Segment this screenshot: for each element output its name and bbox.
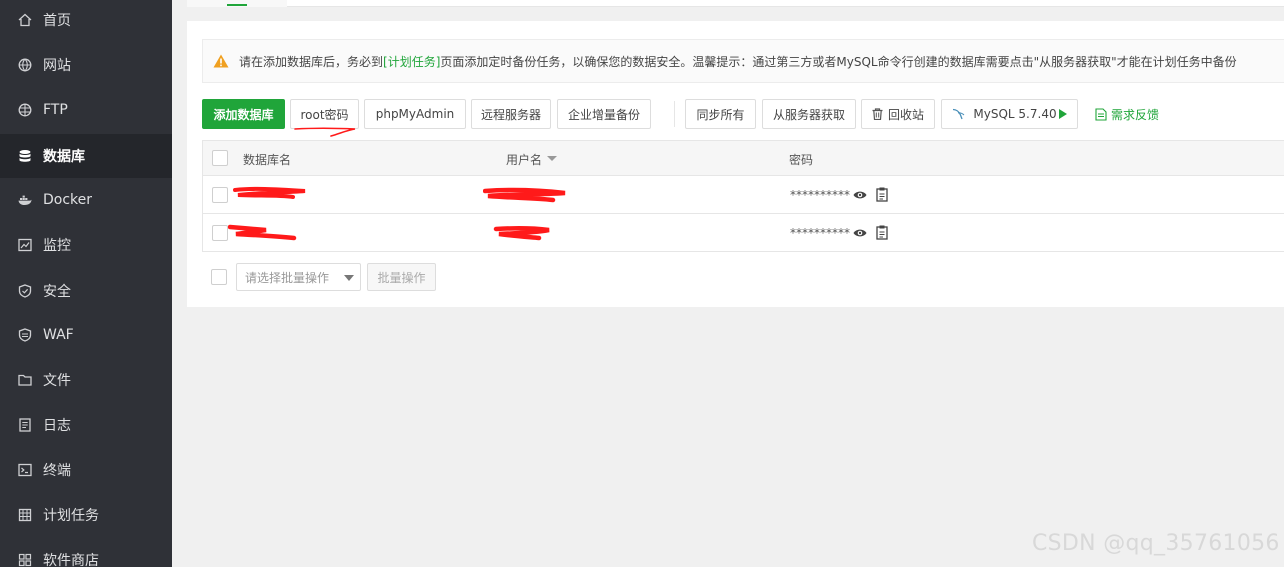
home-icon — [18, 13, 32, 27]
schedule-grid-icon — [18, 508, 32, 522]
sidebar-item-terminal[interactable]: 终端 — [0, 448, 172, 492]
sidebar-item-label: 安全 — [43, 284, 71, 300]
warning-icon — [213, 54, 229, 68]
play-triangle-icon — [1058, 109, 1067, 119]
sidebar-item-label: Docker — [43, 192, 93, 208]
password-masked: ********** — [790, 188, 850, 202]
notice-text-before: 请在添加数据库后，务必到 — [239, 54, 384, 69]
column-username[interactable]: 用户名 — [506, 151, 542, 168]
sidebar-item-label: 日志 — [43, 418, 71, 434]
database-panel: 请在添加数据库后，务必到 [计划任务] 页面添加定时备份任务，以确保您的数据安全。温… — [187, 21, 1284, 307]
warning-notice: 请在添加数据库后，务必到 [计划任务] 页面添加定时备份任务，以确保您的数据安全。温… — [202, 39, 1284, 83]
sidebar-item-label: 文件 — [43, 373, 71, 389]
toolbar-divider — [674, 101, 675, 127]
sidebar-item-cron[interactable]: 计划任务 — [0, 493, 172, 537]
sidebar-item-label: 首页 — [43, 13, 71, 29]
store-grid-icon — [18, 553, 32, 567]
cron-task-link[interactable]: [计划任务] — [383, 53, 440, 70]
root-password-button[interactable]: root密码 — [290, 99, 359, 129]
enterprise-backup-button[interactable]: 企业增量备份 — [557, 99, 651, 129]
batch-select-placeholder: 请选择批量操作 — [245, 270, 330, 285]
password-masked: ********** — [790, 226, 850, 240]
redacted-username — [493, 226, 550, 241]
monitor-chart-icon — [18, 238, 32, 252]
sidebar-item-store[interactable]: 软件商店 — [0, 538, 172, 567]
active-tab-indicator — [227, 4, 247, 6]
sidebar: 首页 网站 FTP 数据库 Docker 监控 安全 WAF 文件 日志 终端 — [0, 0, 172, 567]
log-file-icon — [18, 418, 32, 432]
recycle-bin-button[interactable]: 回收站 — [861, 99, 935, 129]
folder-icon — [18, 373, 32, 387]
row-checkbox[interactable] — [212, 225, 228, 241]
sidebar-item-waf[interactable]: WAF — [0, 313, 172, 357]
chevron-down-icon — [344, 275, 354, 281]
feedback-link[interactable]: 需求反馈 — [1095, 99, 1159, 129]
batch-select-checkbox[interactable] — [211, 269, 227, 285]
batch-operations: 请选择批量操作 批量操作 — [211, 263, 811, 291]
column-database-name[interactable]: 数据库名 — [243, 151, 291, 168]
recycle-bin-label: 回收站 — [887, 107, 924, 122]
sidebar-item-home[interactable]: 首页 — [0, 0, 172, 42]
red-underline-annotation — [294, 127, 356, 137]
sidebar-item-label: 网站 — [43, 58, 71, 74]
row-checkbox[interactable] — [212, 187, 228, 203]
table-row: ********** — [203, 214, 1284, 252]
shield-check-icon — [18, 284, 32, 298]
select-all-checkbox[interactable] — [212, 150, 228, 166]
sidebar-item-label: FTP — [43, 102, 68, 118]
sidebar-item-ftp[interactable]: FTP — [0, 88, 172, 132]
sidebar-item-label: 监控 — [43, 238, 71, 254]
trash-icon — [872, 108, 883, 120]
docker-icon — [18, 193, 32, 207]
sidebar-item-label: 终端 — [43, 463, 71, 479]
fetch-from-server-button[interactable]: 从服务器获取 — [762, 99, 856, 129]
database-icon — [18, 149, 32, 163]
mysql-version-button[interactable]: MySQL 5.7.40 — [941, 99, 1078, 129]
sidebar-item-label: 软件商店 — [43, 553, 99, 567]
remote-server-button[interactable]: 远程服务器 — [471, 99, 551, 129]
ftp-globe-icon — [18, 103, 32, 117]
column-password: 密码 — [789, 153, 814, 167]
sidebar-item-security[interactable]: 安全 — [0, 269, 172, 313]
sidebar-item-website[interactable]: 网站 — [0, 43, 172, 87]
sidebar-item-logs[interactable]: 日志 — [0, 403, 172, 447]
sidebar-item-label: 数据库 — [43, 149, 85, 165]
toolbar: 添加数据库 root密码 phpMyAdmin 远程服务器 企业增量备份 同步所… — [202, 99, 1284, 129]
notice-text-after: 页面添加定时备份任务，以确保您的数据安全。温馨提示：通过第三方或者MySQL命令… — [440, 54, 1237, 69]
sidebar-item-monitor[interactable]: 监控 — [0, 223, 172, 267]
sidebar-item-files[interactable]: 文件 — [0, 358, 172, 402]
globe-icon — [18, 58, 32, 72]
table-header: 数据库名 用户名 密码 — [203, 141, 1284, 176]
table-row: ********** — [203, 176, 1284, 214]
sidebar-item-database[interactable]: 数据库 — [0, 134, 172, 178]
top-tab-bar — [187, 0, 1284, 7]
batch-operation-button[interactable]: 批量操作 — [367, 263, 436, 291]
waf-shield-icon — [18, 328, 32, 342]
phpmyadmin-button[interactable]: phpMyAdmin — [364, 99, 466, 129]
sort-caret-icon[interactable] — [547, 156, 557, 161]
sidebar-item-label: 计划任务 — [43, 508, 99, 524]
redacted-database-name — [233, 186, 306, 199]
batch-operation-select[interactable]: 请选择批量操作 — [236, 263, 361, 291]
add-database-button[interactable]: 添加数据库 — [202, 99, 285, 129]
sync-all-button[interactable]: 同步所有 — [685, 99, 756, 129]
sidebar-item-label: WAF — [43, 327, 74, 343]
sidebar-item-docker[interactable]: Docker — [0, 178, 172, 222]
feedback-doc-icon — [1095, 107, 1107, 121]
terminal-icon — [18, 463, 32, 477]
csdn-watermark: CSDN @qq_35761056 — [1032, 531, 1280, 556]
redacted-database-name — [228, 224, 297, 241]
copy-password-icon[interactable] — [875, 187, 889, 202]
copy-password-icon[interactable] — [875, 225, 889, 240]
redacted-username — [483, 187, 566, 203]
mysql-version-label: MySQL 5.7.40 — [973, 107, 1057, 121]
show-password-eye-icon[interactable] — [853, 188, 867, 202]
show-password-eye-icon[interactable] — [853, 226, 867, 240]
mysql-dolphin-icon — [952, 108, 966, 120]
feedback-label: 需求反馈 — [1111, 107, 1160, 122]
database-table: 数据库名 用户名 密码 ********** ********** — [202, 140, 1284, 252]
